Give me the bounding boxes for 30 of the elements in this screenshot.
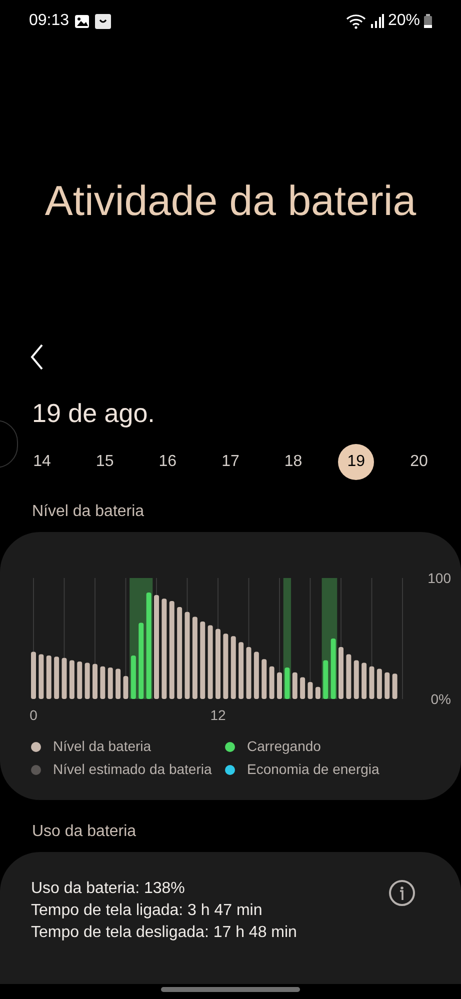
legend-label: Economia de energia — [247, 760, 380, 779]
section-heading: Uso da bateria — [31, 822, 138, 842]
axis-label: 12 — [210, 706, 226, 725]
axis-label: 0% — [430, 691, 451, 707]
day-tab[interactable]: 18 — [275, 444, 312, 480]
axis-label: 0 — [30, 706, 38, 725]
usage-text: Tempo de tela desligada: 17 h 48 min — [31, 923, 297, 943]
day-tab[interactable]: 17 — [212, 444, 248, 480]
day-tab[interactable]: 20 — [400, 444, 437, 480]
wifi-icon — [346, 14, 366, 28]
battery-icon — [424, 14, 432, 28]
day-tab[interactable]: 15 — [86, 444, 123, 480]
info-icon[interactable] — [389, 880, 415, 906]
image-icon — [75, 14, 90, 28]
day-tab[interactable]: 19 — [338, 444, 374, 480]
section-heading: Nível da bateria — [31, 502, 146, 522]
day-tab[interactable]: 14 — [24, 444, 60, 480]
app-icon — [95, 14, 112, 28]
battery-percent: 20% — [388, 11, 420, 31]
page-title: Atividade da bateria — [44, 180, 418, 222]
legend-label: Carregando — [247, 737, 321, 756]
legend-label: Nível estimado da bateria — [53, 760, 212, 779]
date-heading: 19 de ago. — [31, 400, 156, 426]
usage-text: Uso da bateria: 138% — [31, 879, 186, 899]
legend-label: Nível da bateria — [53, 737, 152, 756]
clock: 09:13 — [29, 11, 70, 31]
day-tab[interactable]: 16 — [150, 444, 186, 480]
usage-text: Tempo de tela ligada: 3 h 47 min — [31, 901, 264, 921]
signal-icon — [370, 14, 384, 28]
axis-label: 100 — [428, 570, 451, 586]
